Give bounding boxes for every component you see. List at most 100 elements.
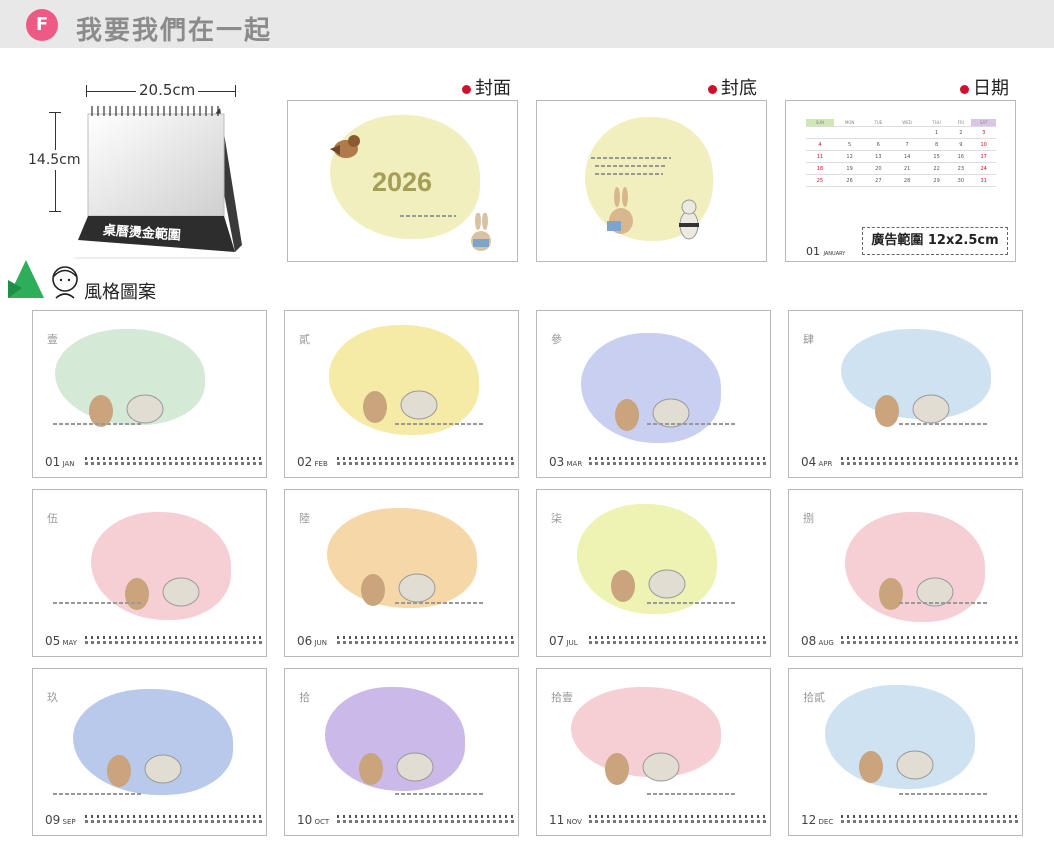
month-card: 拾 10 OCT [284,668,519,836]
month-number: 08 [801,634,817,648]
cover-card: 2026 [287,100,518,262]
month-abbr: DEC [816,818,834,826]
width-dimension: 20.5cm [86,81,236,99]
month-footer: 06 JUN [297,634,327,648]
animal-illustration [859,750,934,783]
month-kanji: 拾壹 [551,691,573,704]
date-strip [85,815,265,825]
month-number: 11 [549,813,565,827]
month-footer: 08 AUG [801,634,834,648]
weekday-header: FRI [950,119,972,127]
sparrow-illustration [330,135,360,158]
month-card: 拾貳 12 DEC [788,668,1023,836]
month-kanji: 拾 [299,691,310,704]
month-abbr: MAR [564,460,583,468]
month-footer: 05 MAY [45,634,77,648]
height-dimension: 14.5cm [28,112,81,212]
date-strip [337,636,517,646]
month-kanji: 陸 [299,512,310,525]
day-cell: 7 [891,138,923,151]
day-cell: 12 [833,150,866,163]
month-footer: 09 SEP [45,813,76,827]
month-card: 伍 05 MAY [32,489,267,657]
day-cell: 3 [971,126,996,139]
month-number: 04 [801,455,817,469]
month-number: 12 [801,813,817,827]
day-cell: 16 [950,150,972,163]
month-card: 玖 09 SEP [32,668,267,836]
month-footer: 11 NOV [549,813,582,827]
month-card: 陸 06 JUN [284,489,519,657]
month-kanji: 捌 [803,512,814,525]
day-cell: 25 [806,174,834,187]
date-strip [337,815,517,825]
month-abbr: FEB [312,460,328,468]
animal-illustration [363,390,438,423]
day-cell: 24 [971,162,996,175]
animal-illustration [359,752,434,785]
weekday-header: TUE [865,119,892,127]
month-number: 01 [45,455,61,469]
month-card: 捌 08 AUG [788,489,1023,657]
animal-illustration [107,754,182,787]
weekday-header: SUN [806,119,834,127]
day-cell: 19 [833,162,866,175]
day-cell: 26 [833,174,866,187]
month-card: 參 03 MAR [536,310,771,478]
day-cell: 15 [922,150,951,163]
weekday-header: WED [891,119,923,127]
weekday-header: SAT [971,119,996,127]
month-footer: 07 JUL [549,634,578,648]
red-dot-icon [462,84,471,94]
day-cell: 11 [806,150,834,163]
cover-label: 封面 [462,74,511,100]
month-abbr: JAN [60,460,75,468]
animal-illustration [615,398,690,431]
rabbit-illustration [471,213,491,251]
date-strip [337,457,517,467]
animal-illustration [125,577,200,610]
weekday-header: MON [833,119,866,127]
month-footer: 04 APR [801,455,832,469]
day-cell: 20 [865,162,892,175]
day-cell: 18 [806,162,834,175]
month-number: 07 [549,634,565,648]
page-title: 我要我們在一起 [76,16,273,46]
month-footer: 12 DEC [801,813,833,827]
width-label: 20.5cm [136,81,199,99]
animal-illustration [605,752,680,785]
month-abbr: SEP [60,818,76,826]
back-cover-card [536,100,767,262]
day-cell: 27 [865,174,892,187]
month-footer: 03 MAR [549,455,582,469]
month-number: 05 [45,634,61,648]
date-strip [85,636,265,646]
day-cell: 5 [833,138,866,151]
month-kanji: 壹 [47,333,58,346]
month-card: 壹 01 JAN [32,310,267,478]
red-dot-icon [708,84,717,94]
day-cell: 4 [806,138,834,151]
day-cell: 2 [950,126,972,139]
month-kanji: 拾貳 [803,691,825,704]
green-triangle-icon [8,260,44,298]
animal-illustration [611,569,686,602]
day-cell: 23 [950,162,972,175]
month-abbr: OCT [312,818,330,826]
day-cell [806,126,834,139]
month-kanji: 參 [551,333,562,346]
month-kanji: 玖 [47,691,58,704]
date-strip [85,457,265,467]
day-cell: 29 [922,174,951,187]
month-number: 09 [45,813,61,827]
date-strip [589,815,769,825]
date-strip [841,457,1021,467]
month-card: 肆 04 APR [788,310,1023,478]
month-abbr: APR [816,460,833,468]
day-cell: 31 [971,174,996,187]
animal-illustration [879,577,954,610]
day-cell: 13 [865,150,892,163]
ad-area-label: 廣告範圍 12x2.5cm [862,227,1008,255]
month-kanji: 伍 [47,512,58,525]
month-abbr: NOV [564,818,582,826]
